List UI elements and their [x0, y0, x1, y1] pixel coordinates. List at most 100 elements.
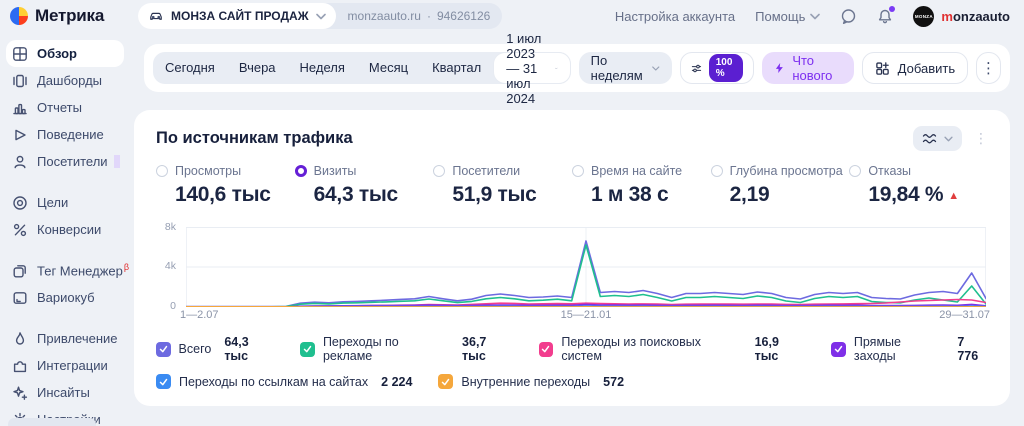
sidebar-item-label: Вариокуб — [37, 290, 95, 305]
sidebar-item-conversions[interactable]: Конверсии — [6, 216, 124, 243]
sidebar-item-behavior[interactable]: Поведение — [6, 121, 124, 148]
metric-time-on-site[interactable]: Время на сайте 1 м 38 с — [572, 164, 711, 207]
metric-pageviews[interactable]: Просмотры 140,6 тыс — [156, 164, 295, 207]
legend-value: 64,3 тыс — [224, 335, 249, 363]
traffic-chart[interactable]: 8k 4k 0 1—2.07 15—21.01 29—31.07 — [156, 221, 990, 323]
sidebar-item-variocube[interactable]: Вариокуб — [6, 284, 124, 311]
sidebar-item-tag-manager[interactable]: Тег Менеджерβ — [6, 257, 129, 284]
metric-label: Время на сайте — [591, 164, 683, 178]
counter-id: 94626126 — [436, 9, 491, 23]
account-settings-link[interactable]: Настройка аккаунта — [615, 9, 735, 24]
sidebar-item-visitors[interactable]: Посетители — [6, 148, 124, 175]
beta-mark: β — [123, 262, 130, 273]
legend-value: 7 776 — [957, 335, 979, 363]
checkbox-icon — [156, 341, 171, 357]
metric-value: 51,9 тыс — [452, 183, 537, 206]
range-quarter[interactable]: Квартал — [420, 52, 493, 84]
widget-add-icon — [875, 61, 889, 75]
sidebar-item-goals[interactable]: Цели — [6, 189, 124, 216]
counter-select[interactable]: МОНЗА САЙТ ПРОДАЖ — [138, 3, 336, 29]
notifications-button[interactable] — [877, 5, 896, 25]
overview-icon — [12, 46, 28, 62]
metric-depth[interactable]: Глубина просмотра 2,19 — [710, 164, 850, 207]
radio-icon — [710, 165, 723, 177]
range-month[interactable]: Месяц — [357, 52, 420, 84]
user-menu[interactable]: MONZA monzaauto — [913, 5, 1010, 27]
sampling-button[interactable]: 100 % — [679, 52, 755, 84]
card-kebab-button[interactable]: ⋮ — [974, 130, 988, 147]
metrica-logo-icon — [10, 7, 28, 25]
legend-label: Прямые заходы — [853, 335, 901, 363]
x-axis-labels: 1—2.07 15—21.01 29—31.07 — [180, 309, 990, 323]
legend-item-ads[interactable]: Переходы по рекламе 36,7 тыс — [300, 335, 512, 363]
range-week[interactable]: Неделя — [288, 52, 357, 84]
metric-value: 1 м 38 с — [591, 183, 669, 206]
add-button[interactable]: Добавить — [861, 52, 969, 84]
bolt-icon — [776, 63, 784, 73]
range-today[interactable]: Сегодня — [153, 52, 227, 84]
metric-label: Отказы — [868, 164, 912, 178]
legend-item-site-links[interactable]: Переходы по ссылкам на сайтах 2 224 — [156, 374, 412, 389]
chart-legend: Всего 64,3 тыс Переходы по рекламе 36,7 … — [156, 335, 988, 389]
app-logo[interactable]: Метрика — [10, 6, 130, 26]
sliders-icon — [691, 64, 701, 72]
whats-new-label: Что нового — [792, 53, 833, 83]
sidebar-item-attraction[interactable]: Привлечение — [6, 325, 124, 352]
toolbar: Сегодня Вчера Неделя Месяц Квартал 1 июл… — [144, 31, 1010, 106]
chat-button[interactable] — [840, 8, 857, 25]
legend-label: Внутренние переходы — [461, 374, 591, 389]
range-yesterday[interactable]: Вчера — [227, 52, 288, 84]
chart-plot-area[interactable] — [186, 227, 986, 307]
notification-dot — [889, 5, 896, 12]
legend-value: 572 — [603, 374, 625, 389]
main-area: Сегодня Вчера Неделя Месяц Квартал 1 июл… — [130, 31, 1024, 426]
checkbox-icon — [156, 374, 171, 389]
legend-item-search[interactable]: Переходы из поисковых систем 16,9 тыс — [538, 335, 806, 363]
counter-name: МОНЗА САЙТ ПРОДАЖ — [171, 9, 309, 23]
sidebar-item-dashboards[interactable]: Дашборды — [6, 67, 124, 94]
metric-label: Посетители — [452, 164, 521, 178]
date-range-picker[interactable]: 1 июл 2023 — 31 июл 2024 — [494, 31, 570, 106]
sidebar-item-overview[interactable]: Обзор — [6, 40, 124, 67]
sparkle-icon — [12, 385, 28, 401]
help-menu[interactable]: Помощь — [755, 8, 821, 24]
x-tick-end: 29—31.07 — [939, 309, 990, 321]
legend-item-internal[interactable]: Внутренние переходы 572 — [438, 374, 624, 389]
separator-dot: · — [426, 9, 431, 23]
legend-item-direct[interactable]: Прямые заходы 7 776 — [831, 335, 988, 363]
sidebar-item-label: Поведение — [37, 127, 104, 142]
sidebar-item-label: Отчеты — [37, 100, 82, 115]
puzzle-icon — [12, 358, 28, 374]
trend-up-icon: ▲ — [948, 190, 959, 202]
chart-type-select[interactable] — [913, 126, 962, 151]
sidebar-item-label: Дашборды — [37, 73, 102, 88]
legend-item-total[interactable]: Всего 64,3 тыс — [156, 335, 274, 363]
metric-users[interactable]: Посетители 51,9 тыс — [433, 164, 572, 207]
toolbar-kebab-button[interactable]: ⋮ — [976, 52, 1001, 84]
chevron-down-icon — [555, 67, 558, 69]
sidebar-item-reports[interactable]: Отчеты — [6, 94, 124, 121]
granularity-select[interactable]: По неделям — [578, 52, 672, 84]
sidebar-collapsed-pill[interactable] — [8, 418, 96, 426]
tag-manager-icon — [12, 263, 28, 279]
whats-new-button[interactable]: Что нового — [762, 52, 854, 84]
chat-icon — [842, 8, 856, 24]
sidebar-item-insights[interactable]: Инсайты — [6, 379, 124, 406]
counter-meta: monzaauto.ru · 94626126 — [336, 9, 503, 23]
legend-value: 2 224 — [381, 374, 413, 389]
metric-visits[interactable]: Визиты 64,3 тыс — [294, 164, 434, 207]
counter-domain[interactable]: monzaauto.ru — [348, 9, 421, 23]
metric-label: Просмотры — [175, 164, 242, 178]
metric-value: 64,3 тыс — [313, 183, 399, 206]
legend-label: Всего — [178, 342, 212, 356]
help-label: Помощь — [755, 8, 806, 24]
metrics-row: Просмотры 140,6 тыс Визиты 64,3 тыс Посе… — [156, 164, 988, 207]
x-tick-start: 1—2.07 — [180, 309, 219, 321]
metric-bounce-rate[interactable]: Отказы 19,84 % ▲ — [849, 164, 988, 207]
quick-range-group: Сегодня Вчера Неделя Месяц Квартал 1 июл… — [153, 31, 571, 106]
legend-label: Переходы по рекламе — [322, 335, 399, 363]
metric-label: Глубина просмотра — [729, 164, 843, 178]
sidebar-item-label: Тег Менеджерβ — [37, 262, 130, 279]
sidebar-item-label: Привлечение — [37, 331, 118, 346]
sidebar-item-integrations[interactable]: Интеграции — [6, 352, 124, 379]
